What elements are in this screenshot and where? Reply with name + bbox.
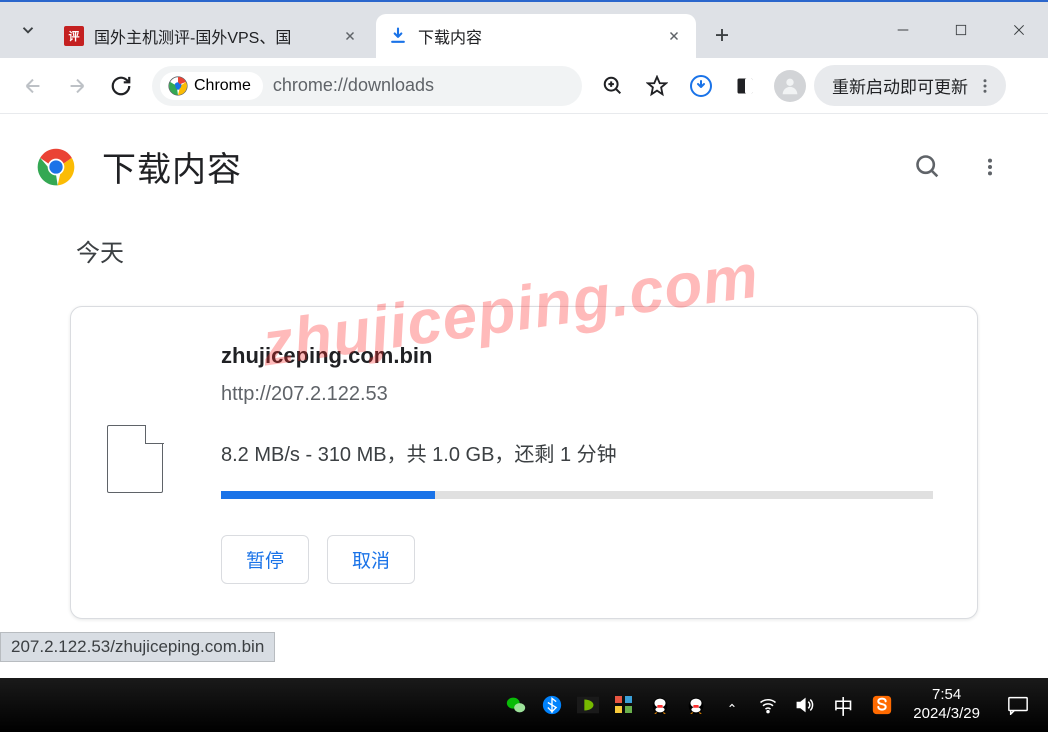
tab-1[interactable]: 下载内容 (376, 14, 696, 58)
chrome-icon (168, 76, 188, 96)
update-chip[interactable]: 重新启动即可更新 (814, 65, 1006, 106)
app-tray-icon[interactable] (609, 690, 639, 720)
nvidia-tray-icon[interactable] (573, 690, 603, 720)
window-controls (874, 2, 1048, 58)
tab-0[interactable]: 评 国外主机测评-国外VPS、国 (52, 14, 372, 58)
forward-button[interactable] (56, 65, 98, 107)
window-close-button[interactable] (990, 2, 1048, 58)
sogou-ime-icon[interactable] (867, 690, 897, 720)
page-title: 下载内容 (102, 142, 888, 191)
omnibox-url: chrome://downloads (273, 75, 434, 96)
pause-button[interactable]: 暂停 (221, 535, 309, 584)
download-progress-bar (221, 491, 933, 499)
tab-0-title: 国外主机测评-国外VPS、国 (94, 24, 332, 48)
clock-date: 2024/3/29 (913, 705, 980, 724)
menu-dots-icon (976, 77, 994, 95)
qq-tray-icon-1[interactable] (645, 690, 675, 720)
download-actions: 暂停 取消 (221, 535, 933, 584)
ime-lang-indicator[interactable]: 中 (825, 691, 861, 720)
tab-search-chevron[interactable] (8, 10, 48, 50)
download-filename: zhujiceping.com.bin (221, 343, 933, 369)
omnibox[interactable]: Chrome chrome://downloads (152, 66, 582, 106)
date-group-label: 今天 (76, 233, 978, 268)
cancel-button[interactable]: 取消 (327, 535, 415, 584)
back-button[interactable] (12, 65, 54, 107)
search-downloads-button[interactable] (906, 145, 950, 189)
chrome-logo-icon (36, 147, 76, 187)
tab-0-close-icon[interactable] (340, 26, 360, 46)
omnibox-chip-label: Chrome (194, 77, 251, 95)
zoom-icon[interactable] (592, 65, 634, 107)
taskbar-clock[interactable]: 7:54 2024/3/29 (903, 686, 990, 724)
download-card: zhujiceping.com.bin http://207.2.122.53 … (70, 306, 978, 619)
omnibox-chip: Chrome (160, 72, 263, 100)
downloads-list: 今天 zhujiceping.com.bin http://207.2.122.… (0, 207, 1048, 619)
download-icon (388, 26, 408, 46)
wechat-tray-icon[interactable] (501, 690, 531, 720)
toolbar-right: 重新启动即可更新 (592, 65, 1006, 107)
notification-center-icon[interactable] (996, 690, 1040, 720)
downloads-toolbar-icon[interactable] (680, 65, 722, 107)
reload-button[interactable] (100, 65, 142, 107)
page-header: 下载内容 (0, 114, 1048, 207)
wifi-tray-icon[interactable] (753, 690, 783, 720)
bluetooth-tray-icon[interactable] (537, 690, 567, 720)
window-maximize-button[interactable] (932, 2, 990, 58)
taskbar: 中 7:54 2024/3/29 (0, 678, 1048, 732)
clock-time: 7:54 (913, 686, 980, 705)
tab-1-title: 下载内容 (418, 24, 656, 48)
tray-chevron-icon[interactable] (717, 690, 747, 720)
status-tooltip: 207.2.122.53/zhujiceping.com.bin (0, 632, 275, 662)
downloads-menu-button[interactable] (968, 145, 1012, 189)
update-label: 重新启动即可更新 (832, 73, 968, 98)
reading-list-icon[interactable] (724, 65, 766, 107)
bookmark-icon[interactable] (636, 65, 678, 107)
download-progress-text: 8.2 MB/s - 310 MB，共 1.0 GB，还剩 1 分钟 (221, 438, 933, 467)
download-url[interactable]: http://207.2.122.53 (221, 383, 933, 406)
tab-1-close-icon[interactable] (664, 26, 684, 46)
download-progress-fill (221, 491, 435, 499)
toolbar: Chrome chrome://downloads 重新启动即可更新 (0, 58, 1048, 114)
qq-tray-icon-2[interactable] (681, 690, 711, 720)
tab-favicon-red: 评 (64, 26, 84, 46)
file-icon (107, 425, 163, 493)
tab-strip: 评 国外主机测评-国外VPS、国 下载内容 (0, 2, 1048, 58)
volume-tray-icon[interactable] (789, 690, 819, 720)
new-tab-button[interactable] (704, 17, 740, 53)
profile-avatar[interactable] (774, 70, 806, 102)
window-minimize-button[interactable] (874, 2, 932, 58)
download-body: zhujiceping.com.bin http://207.2.122.53 … (221, 343, 933, 584)
